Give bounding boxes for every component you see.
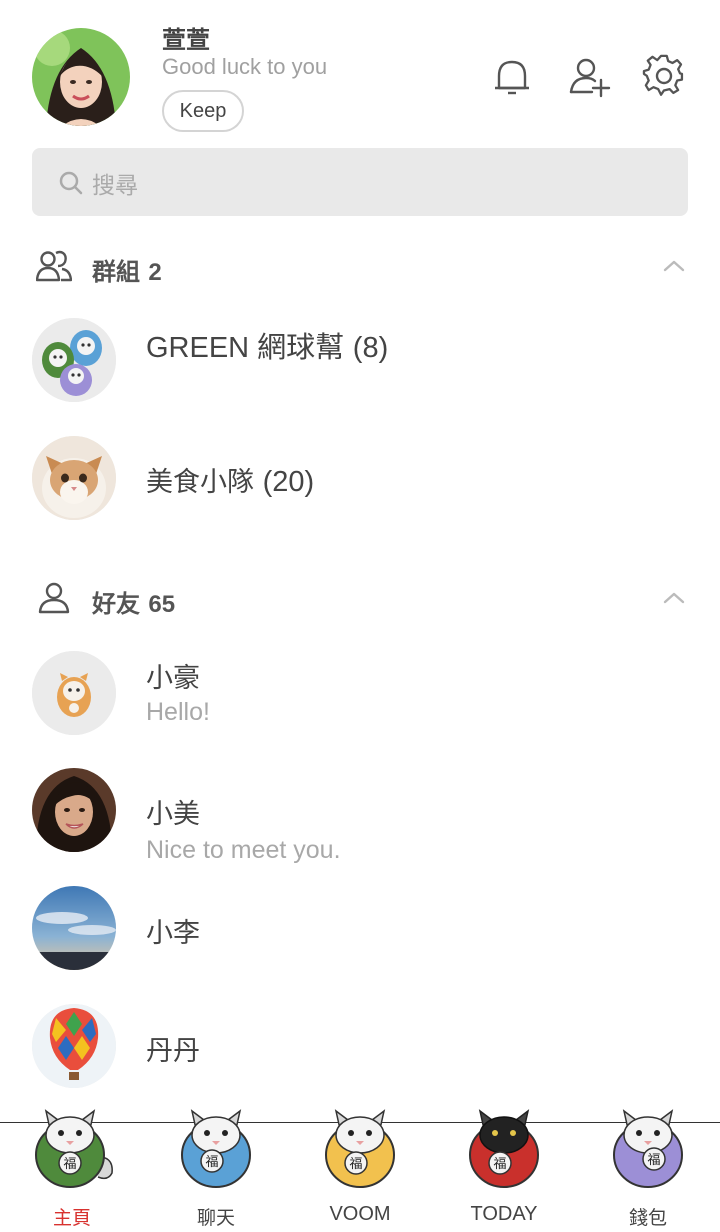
tab-wallet[interactable]: 福 錢包 bbox=[576, 1109, 720, 1232]
profile-avatar[interactable] bbox=[32, 28, 130, 126]
group-avatar-food-team[interactable] bbox=[32, 436, 116, 520]
tab-voom[interactable]: 福 VOOM bbox=[288, 1109, 432, 1232]
friends-label: 好友 bbox=[92, 590, 140, 618]
search-icon bbox=[58, 170, 84, 196]
group-name-text: 美食小隊 bbox=[146, 467, 254, 498]
tab-voom-label: VOOM bbox=[329, 1203, 391, 1225]
add-friend-icon[interactable] bbox=[568, 54, 612, 98]
groups-icon bbox=[35, 248, 73, 284]
friend-status-message: Hello! bbox=[146, 698, 210, 726]
wallet-daruma-cat-icon: 福 bbox=[604, 1097, 694, 1189]
svg-text:福: 福 bbox=[493, 1157, 506, 1172]
group-member-count: (8) bbox=[352, 332, 389, 364]
tab-chat[interactable]: 福 聊天 bbox=[144, 1109, 288, 1232]
friend-name[interactable]: 小李 bbox=[146, 911, 200, 950]
group-name-text: GREEN 網球幫 bbox=[146, 332, 345, 364]
tab-home[interactable]: 福 主頁 bbox=[0, 1109, 144, 1232]
friends-section-label: 好友 65 bbox=[92, 584, 175, 619]
friend-avatar-sky[interactable] bbox=[32, 886, 116, 970]
chevron-up-icon[interactable] bbox=[662, 586, 686, 610]
bottom-tab-bar: 福 主頁 福 聊天 福 VOOM 福 TODAY 福 錢包 bbox=[0, 1109, 720, 1232]
groups-section-header[interactable]: 群組 2 bbox=[35, 248, 688, 288]
bell-icon[interactable] bbox=[490, 54, 534, 98]
groups-label: 群組 bbox=[92, 258, 140, 286]
groups-count: 2 bbox=[148, 259, 162, 286]
keep-button[interactable]: Keep bbox=[162, 90, 244, 132]
svg-text:福: 福 bbox=[349, 1157, 362, 1172]
group-member-count: (20) bbox=[262, 466, 315, 498]
tab-today[interactable]: 福 TODAY bbox=[432, 1109, 576, 1232]
friends-section-header[interactable]: 好友 65 bbox=[36, 580, 688, 620]
friend-icon bbox=[36, 580, 72, 616]
group-name[interactable]: 美食小隊 (20) bbox=[146, 460, 314, 499]
friends-count: 65 bbox=[148, 591, 176, 618]
tab-wallet-label: 錢包 bbox=[628, 1207, 667, 1229]
tab-chat-label: 聊天 bbox=[196, 1207, 235, 1229]
svg-text:福: 福 bbox=[205, 1155, 218, 1170]
friend-name[interactable]: 小美 bbox=[146, 792, 200, 831]
profile-status-message: Good luck to you bbox=[162, 54, 328, 79]
chat-daruma-cat-icon: 福 bbox=[172, 1097, 262, 1189]
tab-home-label: 主頁 bbox=[52, 1207, 91, 1229]
tab-today-label: TODAY bbox=[470, 1203, 538, 1225]
groups-section-label: 群組 2 bbox=[92, 252, 162, 287]
svg-text:福: 福 bbox=[647, 1153, 660, 1168]
svg-text:福: 福 bbox=[63, 1157, 76, 1172]
friend-status-message: Nice to meet you. bbox=[146, 836, 341, 864]
group-avatar-green-tennis[interactable] bbox=[32, 318, 116, 402]
friend-name[interactable]: 小豪 bbox=[146, 656, 200, 695]
gear-icon[interactable] bbox=[642, 54, 686, 98]
today-daruma-cat-icon: 福 bbox=[460, 1097, 550, 1189]
group-name[interactable]: GREEN 網球幫 (8) bbox=[146, 324, 388, 366]
friend-avatar-daruma-cat[interactable] bbox=[32, 651, 116, 735]
profile-name: 萱萱 bbox=[162, 26, 210, 54]
friend-avatar-photo[interactable] bbox=[32, 768, 116, 852]
search-input[interactable]: 搜尋 bbox=[92, 166, 138, 200]
friend-name[interactable]: 丹丹 bbox=[146, 1029, 200, 1068]
friend-avatar-hot-air-balloon[interactable] bbox=[32, 1004, 116, 1088]
home-daruma-cat-icon: 福 bbox=[28, 1097, 118, 1189]
chevron-up-icon[interactable] bbox=[662, 254, 686, 278]
voom-daruma-cat-icon: 福 bbox=[316, 1097, 406, 1189]
